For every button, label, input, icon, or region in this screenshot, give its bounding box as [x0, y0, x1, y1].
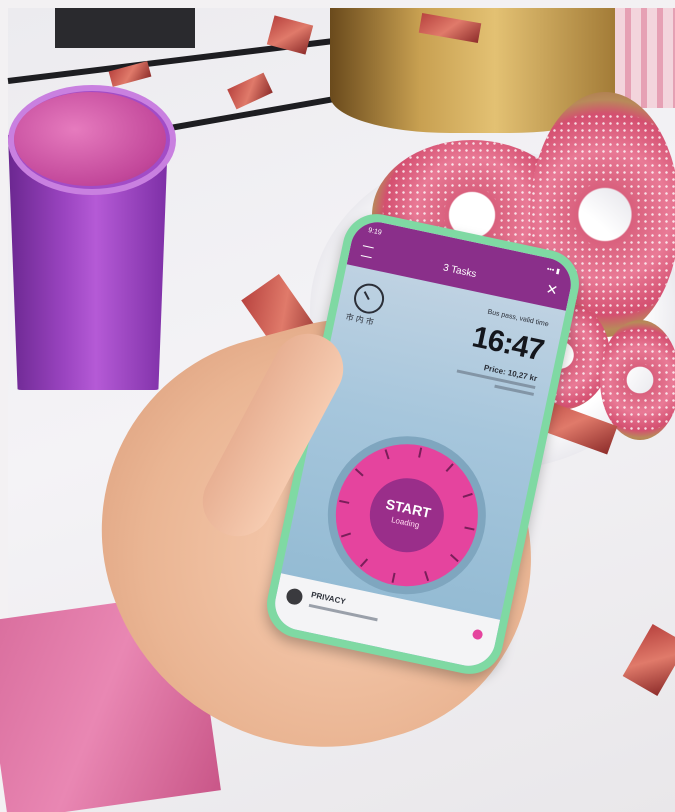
donut: [600, 320, 675, 440]
clock-icon: [351, 280, 387, 317]
striped-bag: [615, 8, 675, 108]
place-name: 市 内 市: [344, 312, 375, 327]
bottom-detail-line: [308, 603, 378, 622]
dark-object: [55, 8, 195, 48]
status-time: 9:19: [367, 227, 383, 237]
privacy-label[interactable]: PRIVACY: [310, 590, 346, 606]
photo-scene: 9:19 ••• ▮ 3 Tasks ✕ 市 内 市 Bus pass, val…: [0, 0, 675, 812]
pink-drink: [14, 92, 166, 186]
notification-icon[interactable]: [471, 628, 484, 641]
avatar[interactable]: [284, 587, 304, 607]
status-icons: ••• ▮: [546, 266, 561, 276]
ticket-time: 16:47: [469, 320, 547, 368]
